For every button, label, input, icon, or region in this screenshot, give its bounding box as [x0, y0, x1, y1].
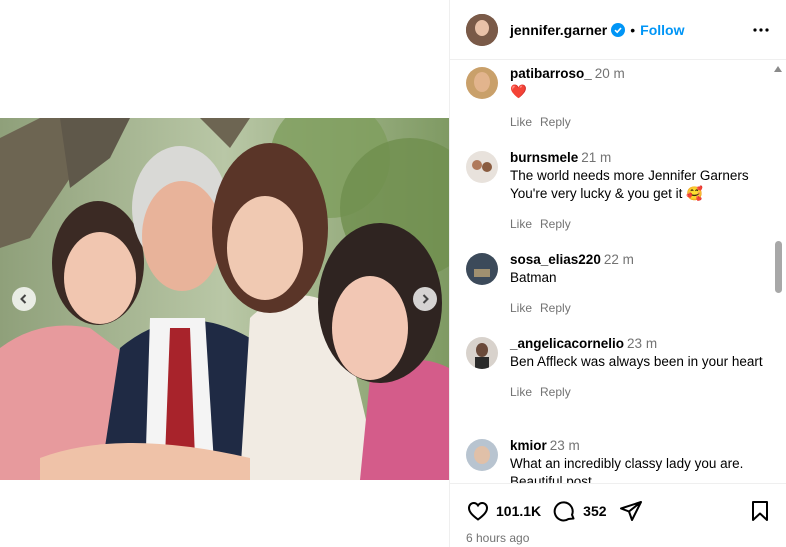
follow-button[interactable]: Follow	[640, 22, 684, 38]
heart-icon[interactable]	[466, 499, 490, 523]
author-username[interactable]: jennifer.garner	[510, 22, 607, 38]
bookmark-icon[interactable]	[749, 500, 771, 522]
comment-time: 23 m	[627, 336, 658, 351]
comment-time: 22 m	[603, 252, 634, 267]
comment-time: 20 m	[594, 66, 625, 81]
separator-dot: •	[630, 21, 636, 38]
comment-text: What an incredibly classy lady you are. …	[510, 456, 744, 483]
reply-button[interactable]: Reply	[540, 217, 571, 231]
reply-button[interactable]: Reply	[540, 115, 571, 129]
comment-avatar[interactable]	[466, 253, 498, 285]
like-comment-button[interactable]: Like	[510, 217, 532, 231]
comments-list[interactable]: patibarroso_ 20 m ❤️ Like Reply burnsmele 2…	[450, 61, 786, 483]
comment-action[interactable]: 352	[553, 499, 607, 523]
previous-photo-button[interactable]	[12, 287, 36, 311]
share-icon[interactable]	[619, 499, 643, 523]
comment-username[interactable]: sosa_elias220	[510, 252, 601, 267]
likes-count: 101.1K	[496, 503, 542, 519]
like-comment-button[interactable]: Like	[510, 115, 532, 129]
chevron-left-icon	[20, 294, 27, 304]
comment-item: kmior 23 m What an incredibly classy lady…	[466, 437, 766, 483]
post-timestamp[interactable]: 6 hours ago	[466, 531, 529, 545]
post-actions-footer: 101.1K 352 6 hours ago	[450, 483, 786, 547]
comment-item: sosa_elias220 22 m Batman Like Reply	[466, 251, 766, 317]
scroll-up-arrow[interactable]	[774, 66, 782, 72]
post-photo[interactable]	[0, 118, 449, 480]
post-header: jennifer.garner • Follow	[450, 0, 786, 60]
comment-text: ❤️	[510, 84, 527, 99]
comment-time: 21 m	[581, 150, 612, 165]
comment-item: _angelicacornelio 23 m Ben Affleck was al…	[466, 335, 766, 401]
comment-icon[interactable]	[553, 499, 577, 523]
comments-scrollbar[interactable]	[772, 61, 784, 483]
next-photo-button[interactable]	[413, 287, 437, 311]
share-action[interactable]	[619, 499, 643, 523]
comment-text: The world needs more Jennifer Garners Yo…	[510, 168, 749, 201]
comment-text: Ben Affleck was always been in your hear…	[510, 354, 763, 369]
verified-badge-icon	[611, 22, 626, 37]
comment-username[interactable]: burnsmele	[510, 150, 578, 165]
comment-avatar[interactable]	[466, 67, 498, 99]
comment-item: burnsmele 21 m The world needs more Jenni…	[466, 149, 766, 233]
comment-text: Batman	[510, 270, 557, 285]
post-media-panel	[0, 0, 449, 547]
comment-avatar[interactable]	[466, 151, 498, 183]
like-comment-button[interactable]: Like	[510, 301, 532, 315]
author-avatar[interactable]	[466, 13, 498, 46]
comment-username[interactable]: _angelicacornelio	[510, 336, 624, 351]
comment-avatar[interactable]	[466, 337, 498, 369]
comment-username[interactable]: patibarroso_	[510, 66, 592, 81]
reply-button[interactable]: Reply	[540, 385, 571, 399]
comment-username[interactable]: kmior	[510, 438, 547, 453]
more-options-icon[interactable]	[752, 21, 770, 39]
comment-time: 23 m	[549, 438, 580, 453]
like-action[interactable]: 101.1K	[466, 499, 541, 523]
reply-button[interactable]: Reply	[540, 301, 571, 315]
comments-count: 352	[583, 503, 607, 519]
comment-avatar[interactable]	[466, 439, 498, 471]
scrollbar-thumb[interactable]	[775, 241, 782, 293]
chevron-right-icon	[422, 294, 429, 304]
comment-item: patibarroso_ 20 m ❤️ Like Reply	[466, 65, 766, 131]
post-side-panel: jennifer.garner • Follow patibarroso_ 20 …	[449, 0, 786, 547]
like-comment-button[interactable]: Like	[510, 385, 532, 399]
